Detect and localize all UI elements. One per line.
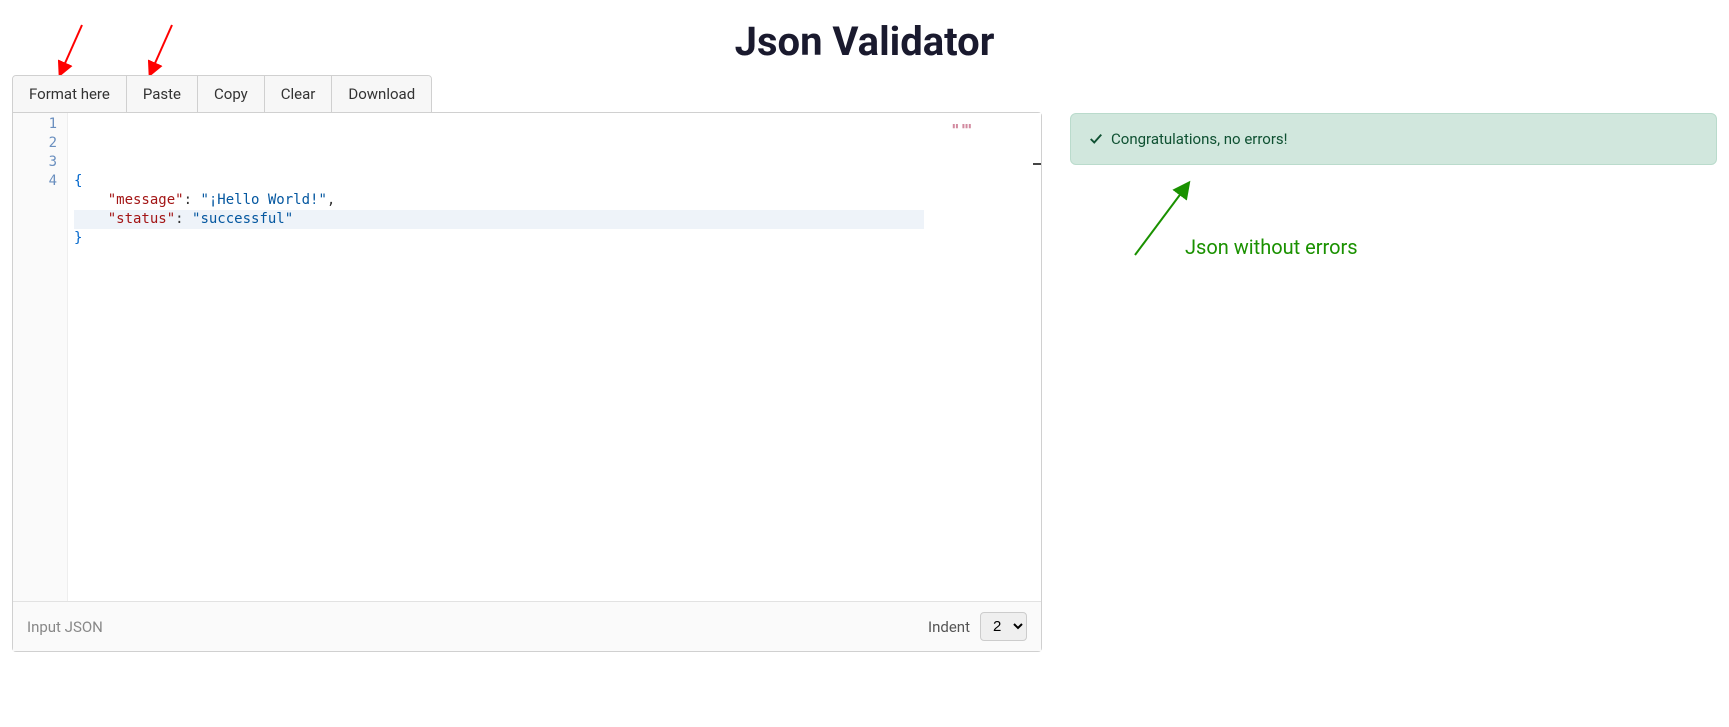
results-panel: Congratulations, no errors! Json without… <box>1070 75 1717 652</box>
check-icon <box>1089 132 1103 146</box>
code-area[interactable]: { "message": "¡Hello World!", "status": … <box>68 113 1041 601</box>
editor-footer-label: Input JSON <box>27 618 103 636</box>
json-editor[interactable]: 1234 { "message": "¡Hello World!", "stat… <box>13 113 1041 601</box>
copy-button[interactable]: Copy <box>198 76 265 112</box>
clear-button[interactable]: Clear <box>265 76 333 112</box>
download-button[interactable]: Download <box>332 76 431 112</box>
indent-select[interactable]: 2 <box>980 612 1027 641</box>
annotation-label-success: Json without errors <box>1185 235 1358 259</box>
success-message: Congratulations, no errors! <box>1111 130 1288 148</box>
page-title: Json Validator <box>0 0 1729 75</box>
success-alert: Congratulations, no errors! <box>1070 113 1717 165</box>
minimap-icon: ▮▮ ▮▮▮ <box>952 117 971 136</box>
scrollbar-thumb[interactable] <box>1033 163 1041 165</box>
toolbar: Format here Paste Copy Clear Download <box>12 75 432 113</box>
editor-panel: Format here Paste Copy Clear Download 12… <box>12 75 1042 652</box>
line-gutter: 1234 <box>13 113 68 601</box>
format-button[interactable]: Format here <box>13 76 127 112</box>
paste-button[interactable]: Paste <box>127 76 198 112</box>
indent-label: Indent <box>928 618 970 636</box>
